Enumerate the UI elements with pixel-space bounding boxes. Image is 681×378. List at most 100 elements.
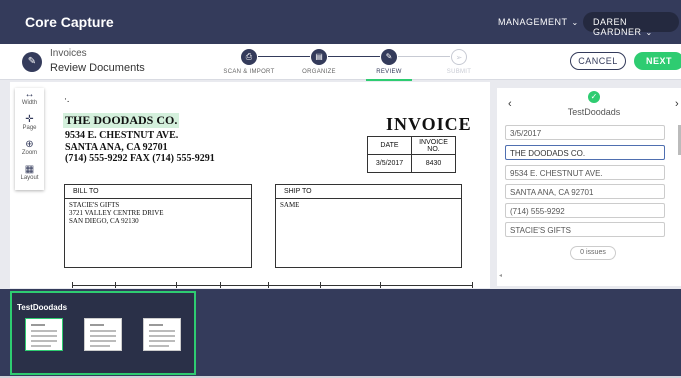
chevron-down-icon: ⌄ xyxy=(571,18,579,27)
thumbnail-line xyxy=(90,345,110,347)
thumbnail-line xyxy=(31,340,57,342)
vendor-address-line[interactable]: 9534 E. CHESTNUT AVE. xyxy=(65,130,178,141)
pencil-icon: ✎ xyxy=(27,56,37,67)
issues-badge[interactable]: 0 issues xyxy=(570,246,616,260)
step-label: SUBMIT xyxy=(446,69,472,75)
field-vendor-phone[interactable]: (714) 555-9292 xyxy=(505,203,665,218)
step-organize[interactable]: ▤ ORGANIZE xyxy=(284,49,354,75)
layout-icon: ▦ xyxy=(24,164,35,175)
field-invoice-date[interactable]: 3/5/2017 xyxy=(505,125,665,140)
bill-to-line: STACIE'S GIFTS xyxy=(69,201,120,209)
table-divider xyxy=(268,282,269,288)
active-step-indicator xyxy=(366,79,412,81)
step-label: ORGANIZE xyxy=(302,69,336,75)
bill-to-address[interactable]: STACIE'S GIFTS 3721 VALLEY CENTRE DRIVE … xyxy=(65,199,251,227)
thumbnail-line xyxy=(149,340,175,342)
date-header: DATE xyxy=(367,136,412,155)
pencil-icon: ✎ xyxy=(381,49,397,65)
scroll-left-icon[interactable]: ◂ xyxy=(499,272,502,279)
bill-to-box: BILL TO STACIE'S GIFTS 3721 VALLEY CENTR… xyxy=(64,184,252,268)
thumbnail-line xyxy=(90,335,116,337)
field-bill-to[interactable]: STACIE'S GIFTS xyxy=(505,222,665,237)
tool-label: Layout xyxy=(20,175,39,181)
thumbnail-line xyxy=(149,330,175,332)
zoom-icon: ⊕ xyxy=(25,139,34,150)
ship-to-label: SHIP TO xyxy=(276,185,461,199)
send-icon: ➢ xyxy=(451,49,467,65)
thumbnail-line xyxy=(31,330,57,332)
table-divider xyxy=(72,282,73,288)
step-label: SCAN & IMPORT xyxy=(223,69,275,75)
user-name: DAREN GARDNER xyxy=(593,17,642,37)
vendor-name[interactable]: THE DOODADS CO. xyxy=(63,113,180,128)
bill-to-line: 3721 VALLEY CENTRE DRIVE xyxy=(69,209,164,217)
layout-tool[interactable]: ▦ Layout xyxy=(15,163,44,188)
line-items-table-edge xyxy=(72,285,472,288)
table-divider xyxy=(220,282,221,288)
tool-label: Page xyxy=(22,125,37,131)
invoice-date[interactable]: 3/5/2017 xyxy=(367,154,412,173)
ship-to-address[interactable]: SAME xyxy=(276,199,461,211)
thumbnail-line xyxy=(149,345,169,347)
cancel-button[interactable]: CANCEL xyxy=(570,52,626,70)
field-vendor-name[interactable]: THE DOODADS CO. xyxy=(505,145,665,160)
field-vendor-city[interactable]: SANTA ANA, CA 92701 xyxy=(505,184,665,199)
step-scan-import[interactable]: ⎙ SCAN & IMPORT xyxy=(214,49,284,75)
step-review[interactable]: ✎ REVIEW xyxy=(354,49,424,81)
page-thumbnail[interactable] xyxy=(84,318,122,351)
bill-to-label: BILL TO xyxy=(65,185,251,199)
table-divider xyxy=(380,282,381,288)
document-icon: ▤ xyxy=(311,49,327,65)
top-bar: Core Capture MANAGEMENT ⌄ DAREN GARDNER ⌄ xyxy=(0,0,681,44)
view-tools: ↔ Width ✛ Page ⊕ Zoom ▦ Layout xyxy=(15,88,44,190)
fit-page-tool[interactable]: ✛ Page xyxy=(15,113,44,138)
tool-label: Zoom xyxy=(21,150,38,156)
workspace-menu[interactable]: MANAGEMENT ⌄ xyxy=(498,17,579,27)
user-menu[interactable]: DAREN GARDNER ⌄ xyxy=(583,12,679,37)
step-submit[interactable]: ➢ SUBMIT xyxy=(424,49,494,75)
zoom-tool[interactable]: ⊕ Zoom xyxy=(15,138,44,163)
document-viewer[interactable]: ·. THE DOODADS CO. 9534 E. CHESTNUT AVE.… xyxy=(10,82,490,288)
page-thumbnail[interactable] xyxy=(25,318,63,351)
edit-button[interactable]: ✎ xyxy=(22,52,42,72)
invoice-title: INVOICE xyxy=(386,114,472,134)
invoice-number[interactable]: 8430 xyxy=(411,154,456,173)
scan-mark: ·. xyxy=(64,94,70,104)
next-button[interactable]: NEXT xyxy=(634,52,681,70)
thumbnail-line xyxy=(31,324,45,326)
field-vendor-address[interactable]: 9534 E. CHESTNUT AVE. xyxy=(505,165,665,180)
thumbnail-line xyxy=(149,335,175,337)
scanner-icon: ⎙ xyxy=(241,49,257,65)
app-title: Core Capture xyxy=(25,14,114,30)
workflow-bar: ✎ Invoices Review Documents ⎙ SCAN & IMP… xyxy=(0,44,681,81)
thumbnail-line xyxy=(90,324,104,326)
thumbnail-line xyxy=(90,340,116,342)
width-icon: ↔ xyxy=(24,89,35,100)
workspace-label: MANAGEMENT xyxy=(498,17,568,27)
vendor-template-name: TestDoodads xyxy=(567,107,621,117)
page-title: Review Documents xyxy=(50,62,145,74)
thumbnail-line xyxy=(90,330,116,332)
vendor-address-line[interactable]: SANTA ANA, CA 92701 xyxy=(65,142,168,153)
step-label: REVIEW xyxy=(376,69,402,75)
table-divider xyxy=(115,282,116,288)
chevron-right-icon[interactable]: › xyxy=(675,98,679,110)
breadcrumb-section[interactable]: Invoices xyxy=(50,48,87,59)
bill-to-line: SAN DIEGO, CA 92130 xyxy=(69,217,139,225)
ship-to-box: SHIP TO SAME xyxy=(275,184,462,268)
table-divider xyxy=(320,282,321,288)
invoice-meta-table: DATE INVOICE NO. 3/5/2017 8430 xyxy=(367,136,456,173)
thumbnail-line xyxy=(31,335,57,337)
check-icon: ✓ xyxy=(588,91,600,103)
vendor-phones[interactable]: (714) 555-9292 FAX (714) 555-9291 xyxy=(65,153,215,164)
thumbnail-line xyxy=(149,324,163,326)
page-thumbnail[interactable] xyxy=(143,318,181,351)
invoice-no-header: INVOICE NO. xyxy=(411,136,456,155)
chevron-down-icon: ⌄ xyxy=(645,28,653,37)
invoice-document: ·. THE DOODADS CO. 9534 E. CHESTNUT AVE.… xyxy=(20,82,480,288)
table-divider xyxy=(472,282,473,288)
page-icon: ✛ xyxy=(25,114,34,125)
thumbnail-line xyxy=(31,345,51,347)
batch-name: TestDoodads xyxy=(17,303,68,312)
fit-width-tool[interactable]: ↔ Width xyxy=(15,88,44,113)
